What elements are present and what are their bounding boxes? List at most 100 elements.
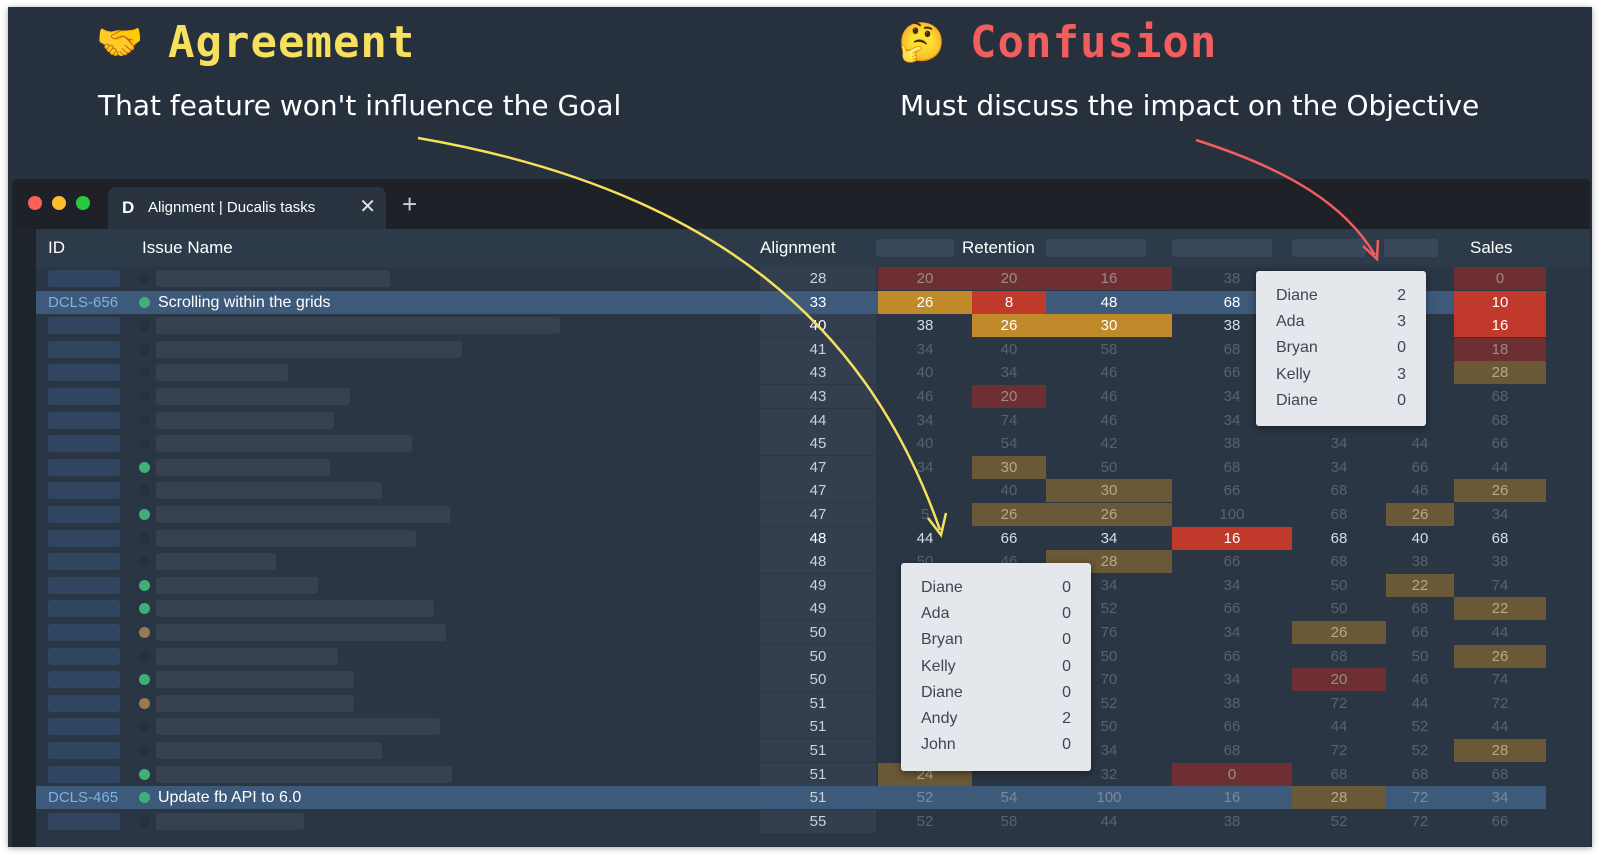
score-cell[interactable]: 16 <box>1172 786 1292 809</box>
table-row[interactable]: 48 44 66 34 16 68 40 68 <box>36 526 1546 550</box>
score-cell[interactable]: 40 <box>1386 527 1454 550</box>
column-header-issue-name[interactable]: Issue Name <box>142 229 233 267</box>
score-cell[interactable]: 40 <box>972 479 1046 502</box>
score-cell[interactable]: 44 <box>1386 432 1454 455</box>
score-cell[interactable]: 16 <box>1172 526 1292 550</box>
score-cell[interactable]: 68 <box>1292 479 1386 502</box>
score-cell[interactable]: 38 <box>1172 692 1292 715</box>
score-cell[interactable]: 40 <box>972 338 1046 361</box>
score-cell[interactable]: 28 <box>1454 361 1546 385</box>
score-cell[interactable]: 46 <box>1046 385 1172 408</box>
table-row[interactable]: 47 40 30 66 68 46 26 <box>36 479 1546 503</box>
score-cell[interactable]: 34 <box>1172 668 1292 691</box>
new-tab-icon[interactable]: + <box>402 191 417 217</box>
score-cell[interactable]: 40 <box>878 361 972 384</box>
issue-name[interactable]: Update fb API to 6.0 <box>158 786 301 809</box>
score-cell[interactable]: 0 <box>1454 267 1546 290</box>
issue-id-link[interactable]: DCLS-656 <box>48 291 118 314</box>
score-cell[interactable]: 44 <box>1454 456 1546 479</box>
score-cell[interactable]: 66 <box>1172 645 1292 668</box>
score-cell[interactable]: 100 <box>1172 503 1292 526</box>
column-header-retention[interactable]: Retention <box>962 229 1035 267</box>
score-cell[interactable]: 72 <box>1386 786 1454 809</box>
issue-name[interactable]: Scrolling within the grids <box>158 291 331 314</box>
table-row[interactable]: 49 34 34 50 22 74 <box>36 573 1546 597</box>
score-cell[interactable]: 58 <box>972 810 1046 833</box>
score-cell[interactable]: 16 <box>1454 314 1546 338</box>
score-cell[interactable]: 30 <box>1046 314 1172 338</box>
score-cell[interactable]: 58 <box>1046 338 1172 361</box>
score-cell[interactable]: 10 <box>1454 290 1546 314</box>
table-row[interactable]: 51 50 66 44 52 44 <box>36 715 1546 739</box>
score-cell[interactable]: 22 <box>1386 573 1454 597</box>
score-cell[interactable]: 18 <box>1454 337 1546 361</box>
table-row[interactable]: 50 70 34 20 46 74 <box>36 668 1546 692</box>
score-cell[interactable]: 48 <box>1046 291 1172 314</box>
score-cell[interactable]: 68 <box>1292 503 1386 526</box>
score-cell[interactable]: 20 <box>878 267 972 290</box>
score-cell[interactable]: 46 <box>1046 409 1172 432</box>
score-cell[interactable]: 50 <box>1292 597 1386 620</box>
table-row[interactable]: 47 34 30 50 68 34 66 44 <box>36 455 1546 479</box>
score-cell[interactable]: 52 <box>878 786 972 809</box>
score-cell[interactable]: 20 <box>1292 668 1386 692</box>
score-cell[interactable]: 66 <box>1172 597 1292 620</box>
score-cell[interactable]: 34 <box>972 361 1046 384</box>
close-window-button[interactable] <box>28 196 42 210</box>
score-cell[interactable]: 30 <box>1046 479 1172 503</box>
score-cell[interactable]: 68 <box>1386 597 1454 620</box>
score-cell[interactable]: 50 <box>1046 456 1172 479</box>
score-cell[interactable]: 28 <box>1454 739 1546 762</box>
score-cell[interactable]: 68 <box>1292 527 1386 550</box>
score-cell[interactable]: 44 <box>1292 715 1386 738</box>
score-cell[interactable] <box>878 479 972 502</box>
score-cell[interactable]: 68 <box>1454 763 1546 786</box>
score-cell[interactable]: 20 <box>972 267 1046 290</box>
score-cell[interactable]: 66 <box>1454 810 1546 833</box>
issue-id-link[interactable]: DCLS-465 <box>48 786 118 809</box>
score-cell[interactable]: 46 <box>1386 479 1454 502</box>
score-cell[interactable]: 74 <box>1454 668 1546 691</box>
column-header-alignment[interactable]: Alignment <box>760 229 836 267</box>
score-cell[interactable]: 68 <box>1292 550 1386 573</box>
score-cell[interactable]: 68 <box>1172 456 1292 479</box>
score-cell[interactable]: 38 <box>1172 810 1292 833</box>
score-cell[interactable]: 72 <box>1292 692 1386 715</box>
score-cell[interactable]: 44 <box>1454 621 1546 644</box>
score-cell[interactable]: 34 <box>878 456 972 479</box>
score-cell[interactable]: 68 <box>1292 763 1386 786</box>
score-cell[interactable]: 34 <box>1046 527 1172 550</box>
score-cell[interactable]: 40 <box>878 432 972 455</box>
score-cell[interactable]: 74 <box>972 409 1046 432</box>
table-row[interactable]: 47 5 26 26 100 68 26 34 <box>36 503 1546 526</box>
score-cell[interactable]: 68 <box>1454 385 1546 408</box>
score-cell[interactable]: 66 <box>1386 456 1454 479</box>
score-cell[interactable]: 34 <box>1292 456 1386 479</box>
score-cell[interactable]: 38 <box>878 314 972 337</box>
score-cell[interactable]: 34 <box>878 409 972 432</box>
score-cell[interactable]: 26 <box>972 314 1046 338</box>
score-cell[interactable]: 68 <box>1454 527 1546 550</box>
score-cell[interactable]: 38 <box>1172 432 1292 455</box>
score-cell[interactable]: 66 <box>1172 715 1292 738</box>
score-cell[interactable]: 8 <box>972 290 1046 314</box>
score-cell[interactable]: 68 <box>1292 645 1386 668</box>
score-cell[interactable]: 34 <box>1454 786 1546 809</box>
score-cell[interactable]: 26 <box>1046 503 1172 526</box>
table-row[interactable]: 51 52 38 72 44 72 <box>36 691 1546 715</box>
score-cell[interactable]: 26 <box>878 290 972 314</box>
score-cell[interactable]: 20 <box>972 385 1046 408</box>
table-row[interactable]: 49 52 66 50 68 22 <box>36 597 1546 621</box>
score-cell[interactable]: 34 <box>1454 503 1546 526</box>
score-cell[interactable]: 72 <box>1454 692 1546 715</box>
score-cell[interactable]: 52 <box>878 810 972 833</box>
table-row[interactable]: 55 52 58 44 38 52 72 66 <box>36 809 1546 833</box>
score-cell[interactable]: 38 <box>1386 550 1454 573</box>
close-tab-icon[interactable]: ✕ <box>359 195 376 219</box>
score-cell[interactable]: 44 <box>1046 810 1172 833</box>
minimize-window-button[interactable] <box>52 196 66 210</box>
score-cell[interactable]: 0 <box>1172 762 1292 786</box>
score-cell[interactable]: 52 <box>1292 810 1386 833</box>
score-cell[interactable]: 26 <box>1454 644 1546 668</box>
score-cell[interactable]: 66 <box>972 527 1046 550</box>
